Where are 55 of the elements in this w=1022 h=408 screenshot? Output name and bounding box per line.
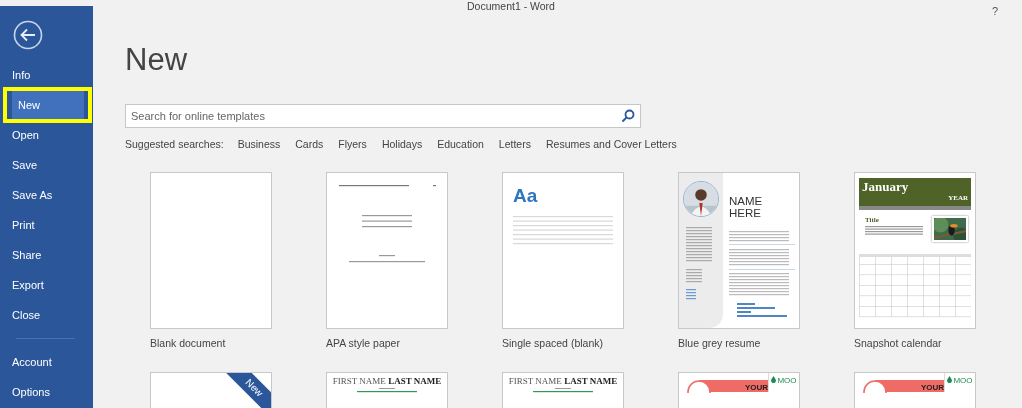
- sample-text: Aa: [513, 185, 538, 207]
- suggested-label: Suggested searches:: [125, 137, 224, 152]
- card-text: YOUR: [920, 383, 944, 392]
- suggested-link[interactable]: Cards: [295, 135, 324, 153]
- suggested-link[interactable]: Education: [437, 135, 484, 153]
- nav-item[interactable]: Export: [6, 274, 86, 296]
- template-thumbnail[interactable]: New: [150, 372, 272, 408]
- resume-name: FIRST NAME LAST NAME: [332, 376, 442, 386]
- nav-item[interactable]: New: [12, 91, 84, 119]
- template-label[interactable]: APA style paper: [326, 335, 448, 351]
- nav-item[interactable]: Account: [6, 351, 86, 373]
- text-lines-drawing: [865, 226, 925, 236]
- template-thumbnail[interactable]: FIRST NAME LAST NAME: [502, 372, 624, 408]
- suggested-link[interactable]: Business: [237, 135, 281, 153]
- template-thumbnail[interactable]: YOUR MOO: [854, 372, 976, 408]
- search-icon: [621, 109, 635, 123]
- nav-item[interactable]: Share: [6, 244, 86, 266]
- text-lines-drawing: [533, 388, 593, 393]
- suggested-link[interactable]: Flyers: [338, 135, 367, 153]
- help-button[interactable]: ?: [991, 5, 998, 17]
- template-label[interactable]: Single spaced (blank): [502, 335, 624, 351]
- template-thumbnail[interactable]: FIRST NAME LAST NAME: [326, 372, 448, 408]
- text-lines-drawing: [357, 388, 417, 393]
- card-text: YOUR: [744, 383, 768, 392]
- suggested-link[interactable]: Letters: [498, 135, 531, 153]
- resume-name: NAME HERE: [729, 195, 764, 219]
- template-thumbnail[interactable]: [150, 172, 272, 329]
- template-thumbnail[interactable]: NAME HERE: [678, 172, 800, 329]
- logo-text: MOO: [777, 376, 797, 385]
- drop-icon: [771, 376, 777, 383]
- nav-item[interactable]: Close: [6, 304, 86, 326]
- ribbon-label: New: [242, 376, 266, 400]
- template-thumbnail[interactable]: [326, 172, 448, 329]
- logo-text: MOO: [953, 376, 973, 385]
- template-thumbnail[interactable]: YOUR MOO: [678, 372, 800, 408]
- template-label[interactable]: Snapshot calendar: [854, 335, 976, 351]
- resume-name: FIRST NAME LAST NAME: [508, 376, 618, 386]
- page-heading: New: [125, 41, 188, 79]
- nav-item[interactable]: Info: [6, 64, 86, 86]
- circle-outline-drawing: [687, 379, 711, 393]
- suggested-link[interactable]: Holidays: [381, 135, 423, 153]
- nav-item[interactable]: Save As: [6, 184, 86, 206]
- nav-item[interactable]: Open: [6, 124, 86, 146]
- month-title: January: [862, 180, 910, 194]
- window-title: Document1 - Word: [467, 0, 555, 12]
- nav-item[interactable]: Print: [6, 214, 86, 236]
- nav-item[interactable]: Save: [6, 154, 86, 176]
- suggested-link[interactable]: Resumes and Cover Letters: [545, 135, 677, 153]
- template-thumbnail[interactable]: Aa: [502, 172, 624, 329]
- nav-item[interactable]: Options: [6, 381, 86, 403]
- template-label[interactable]: Blank document: [150, 335, 272, 351]
- drop-icon: [947, 376, 953, 383]
- circle-outline-drawing: [863, 379, 887, 393]
- template-label[interactable]: Blue grey resume: [678, 335, 800, 351]
- search-field[interactable]: Search for online templates: [125, 104, 641, 128]
